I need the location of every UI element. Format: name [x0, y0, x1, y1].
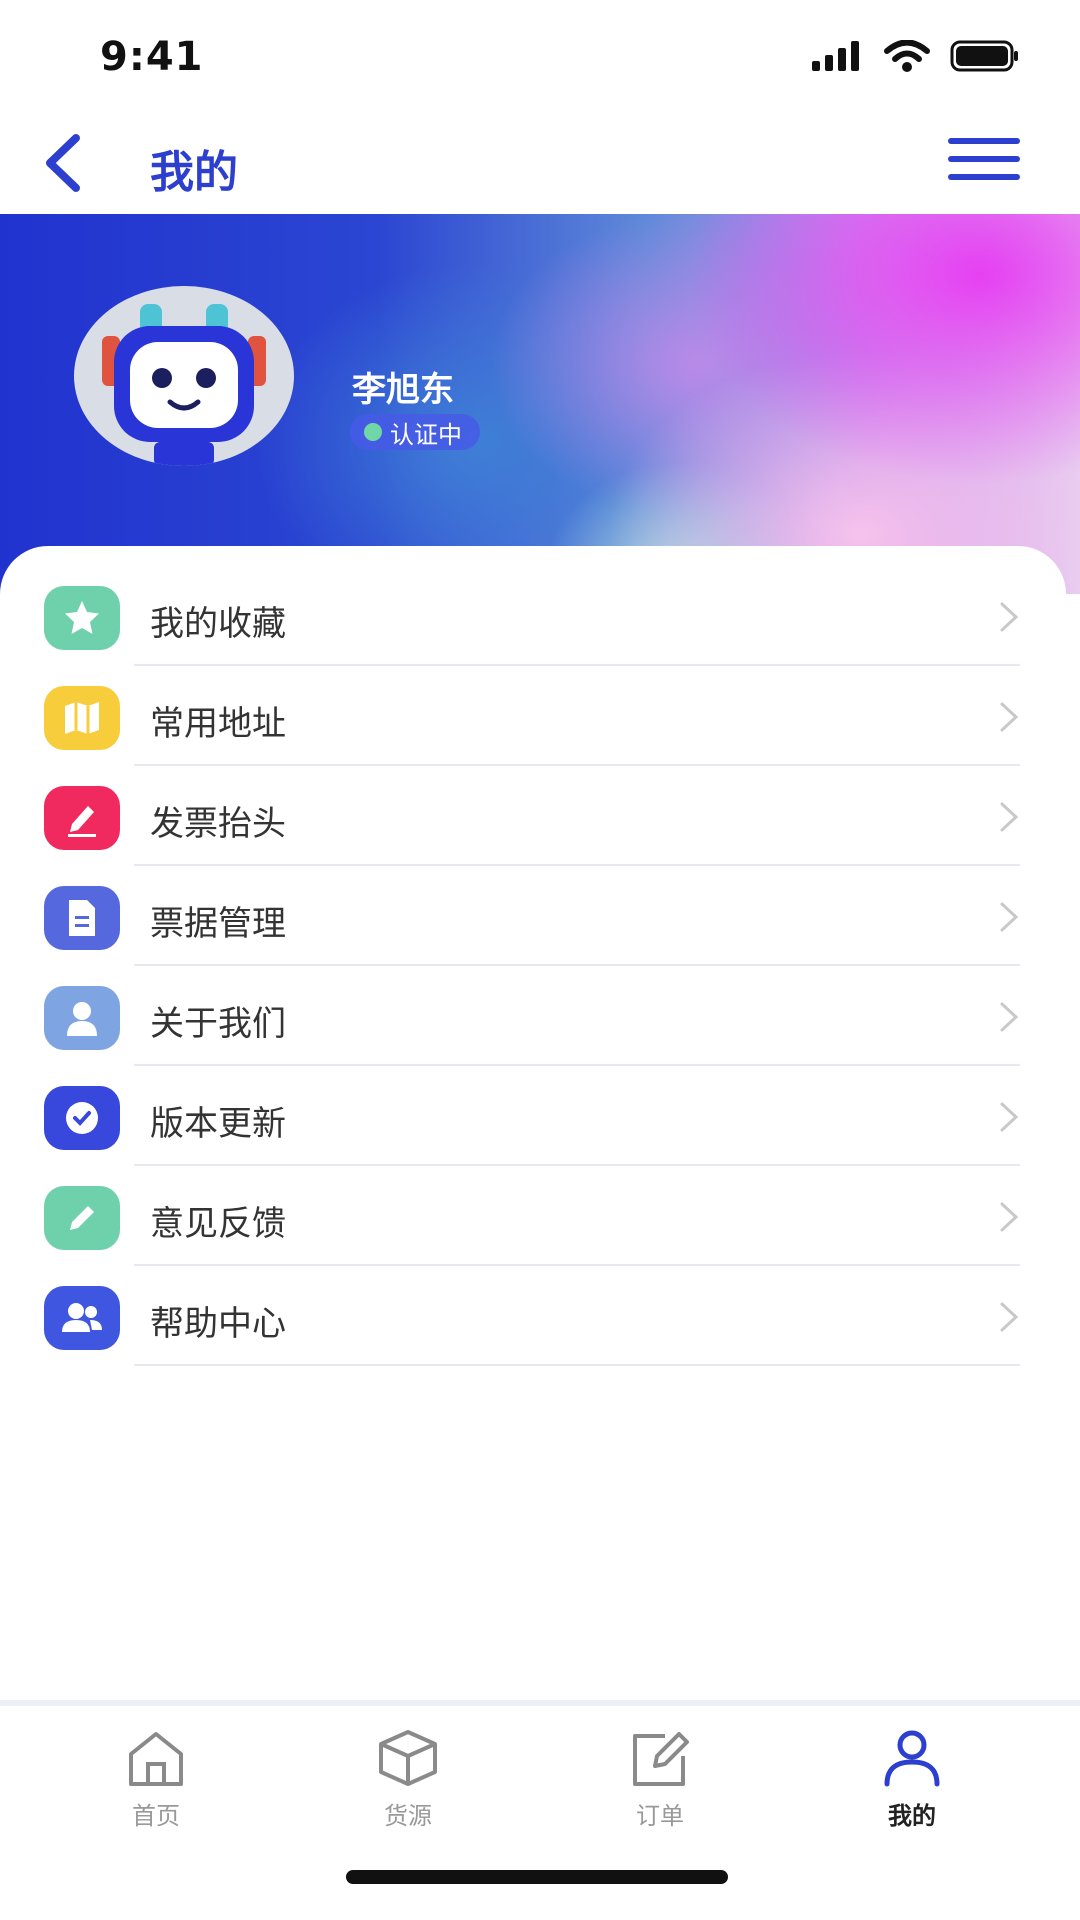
tab-home[interactable]: 首页	[86, 1728, 226, 1838]
tab-cargo[interactable]: 货源	[338, 1728, 478, 1838]
chevron-right-icon	[1000, 702, 1019, 732]
divider	[134, 1364, 1020, 1366]
home-icon	[129, 1732, 183, 1786]
battery-icon	[950, 40, 1018, 72]
edit-icon	[633, 1732, 689, 1786]
menu-item-label: 常用地址	[150, 704, 286, 744]
hamburger-menu-button[interactable]	[948, 138, 1020, 188]
status-time: 9:41	[100, 34, 204, 80]
users-icon	[44, 1286, 120, 1350]
star-icon	[44, 586, 120, 650]
menu-item-invoice-header[interactable]: 发票抬头	[0, 766, 1066, 866]
menu-item-addresses[interactable]: 常用地址	[0, 666, 1066, 766]
status-dot-icon	[364, 423, 382, 441]
tab-label: 订单	[636, 1802, 684, 1830]
chevron-left-icon	[46, 134, 80, 192]
menu-item-help-center[interactable]: 帮助中心	[0, 1266, 1066, 1366]
menu-item-label: 帮助中心	[150, 1304, 286, 1344]
menu-line	[948, 174, 1020, 180]
chevron-right-icon	[1000, 602, 1019, 632]
back-button[interactable]	[30, 128, 100, 198]
verification-status: 认证中	[390, 420, 462, 449]
menu-item-feedback[interactable]: 意见反馈	[0, 1166, 1066, 1266]
tab-label: 首页	[132, 1802, 180, 1830]
profile-icon	[884, 1730, 940, 1787]
chevron-right-icon	[1000, 1002, 1019, 1032]
box-icon	[379, 1730, 437, 1786]
pen-icon	[44, 786, 120, 850]
home-indicator	[346, 1870, 728, 1884]
chevron-right-icon	[1000, 902, 1019, 932]
tab-label: 我的	[888, 1802, 936, 1830]
pencil-icon	[44, 1186, 120, 1250]
menu-item-label: 版本更新	[150, 1104, 286, 1144]
verification-badge: 认证中	[350, 414, 480, 450]
avatar[interactable]	[74, 286, 294, 466]
menu-item-label: 意见反馈	[150, 1204, 286, 1244]
chevron-right-icon	[1000, 1302, 1019, 1332]
menu-line	[948, 156, 1020, 162]
page-title: 我的	[150, 147, 238, 198]
menu-item-receipts[interactable]: 票据管理	[0, 866, 1066, 966]
menu-list: 我的收藏 常用地址 发票抬头 票据管理 关于我们 版本更新 意见反馈 帮助中心	[0, 546, 1066, 1706]
document-icon	[44, 886, 120, 950]
tab-bar: 首页 货源 订单 我的	[0, 1700, 1080, 1856]
robot-avatar-icon	[102, 304, 266, 466]
tab-profile[interactable]: 我的	[842, 1728, 982, 1838]
status-bar: 9:41	[0, 0, 1080, 110]
user-name: 李旭东	[352, 370, 454, 410]
menu-item-about-us[interactable]: 关于我们	[0, 966, 1066, 1066]
tab-label: 货源	[384, 1802, 432, 1830]
chevron-right-icon	[1000, 1102, 1019, 1132]
chevron-right-icon	[1000, 802, 1019, 832]
status-icons	[812, 40, 1020, 72]
menu-item-label: 我的收藏	[150, 604, 286, 644]
menu-item-label: 关于我们	[150, 1004, 286, 1044]
tab-orders[interactable]: 订单	[590, 1728, 730, 1838]
map-icon	[44, 686, 120, 750]
nav-bar: 我的	[0, 110, 1080, 214]
check-circle-icon	[44, 1086, 120, 1150]
menu-item-favorites[interactable]: 我的收藏	[0, 566, 1066, 666]
profile-banner: 李旭东 认证中	[0, 214, 1080, 594]
chevron-right-icon	[1000, 1202, 1019, 1232]
menu-line	[948, 138, 1020, 144]
signal-icon	[812, 41, 859, 71]
menu-item-version-update[interactable]: 版本更新	[0, 1066, 1066, 1166]
user-icon	[44, 986, 120, 1050]
menu-item-label: 发票抬头	[150, 804, 286, 844]
wifi-icon	[884, 40, 930, 72]
menu-item-label: 票据管理	[150, 904, 286, 944]
